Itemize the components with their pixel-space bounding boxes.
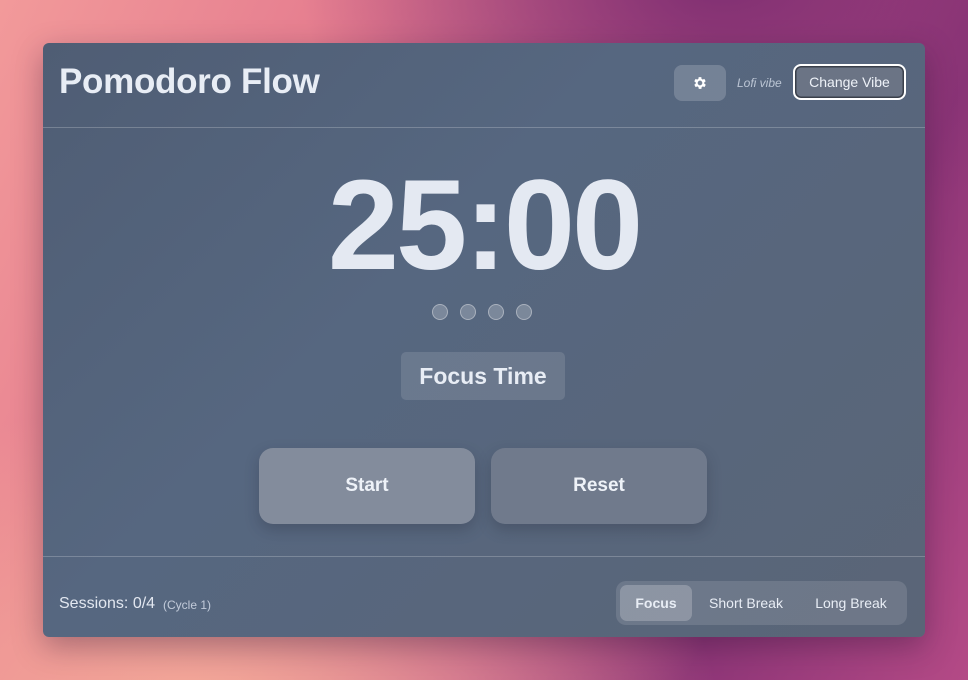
mode-short-break-tab[interactable]: Short Break	[699, 585, 793, 621]
change-vibe-button[interactable]: Change Vibe	[793, 64, 906, 100]
sessions-counter: Sessions: 0/4	[59, 595, 156, 612]
cycle-counter: (Cycle 1)	[163, 598, 212, 612]
session-dot	[432, 304, 448, 320]
settings-button[interactable]	[674, 65, 726, 101]
session-dot	[460, 304, 476, 320]
gear-icon	[694, 77, 706, 89]
mode-long-break-tab[interactable]: Long Break	[802, 585, 900, 621]
mode-focus-tab[interactable]: Focus	[620, 585, 692, 621]
vibe-label: Lofi vibe	[737, 76, 782, 90]
header: Pomodoro Flow Lofi vibe Change Vibe	[43, 43, 925, 128]
app-title: Pomodoro Flow	[59, 62, 320, 101]
reset-button[interactable]: Reset	[491, 448, 707, 524]
pomodoro-card: Pomodoro Flow Lofi vibe Change Vibe 25:0…	[43, 43, 925, 637]
mode-label: Focus Time	[401, 352, 565, 400]
footer: Sessions: 0/4 (Cycle 1) Focus Short Brea…	[43, 556, 925, 637]
mode-switcher: Focus Short Break Long Break	[616, 581, 907, 625]
start-button[interactable]: Start	[259, 448, 475, 524]
session-dots	[432, 304, 538, 320]
session-dot	[488, 304, 504, 320]
timer-display: 25:00	[327, 154, 643, 297]
session-dot	[516, 304, 532, 320]
